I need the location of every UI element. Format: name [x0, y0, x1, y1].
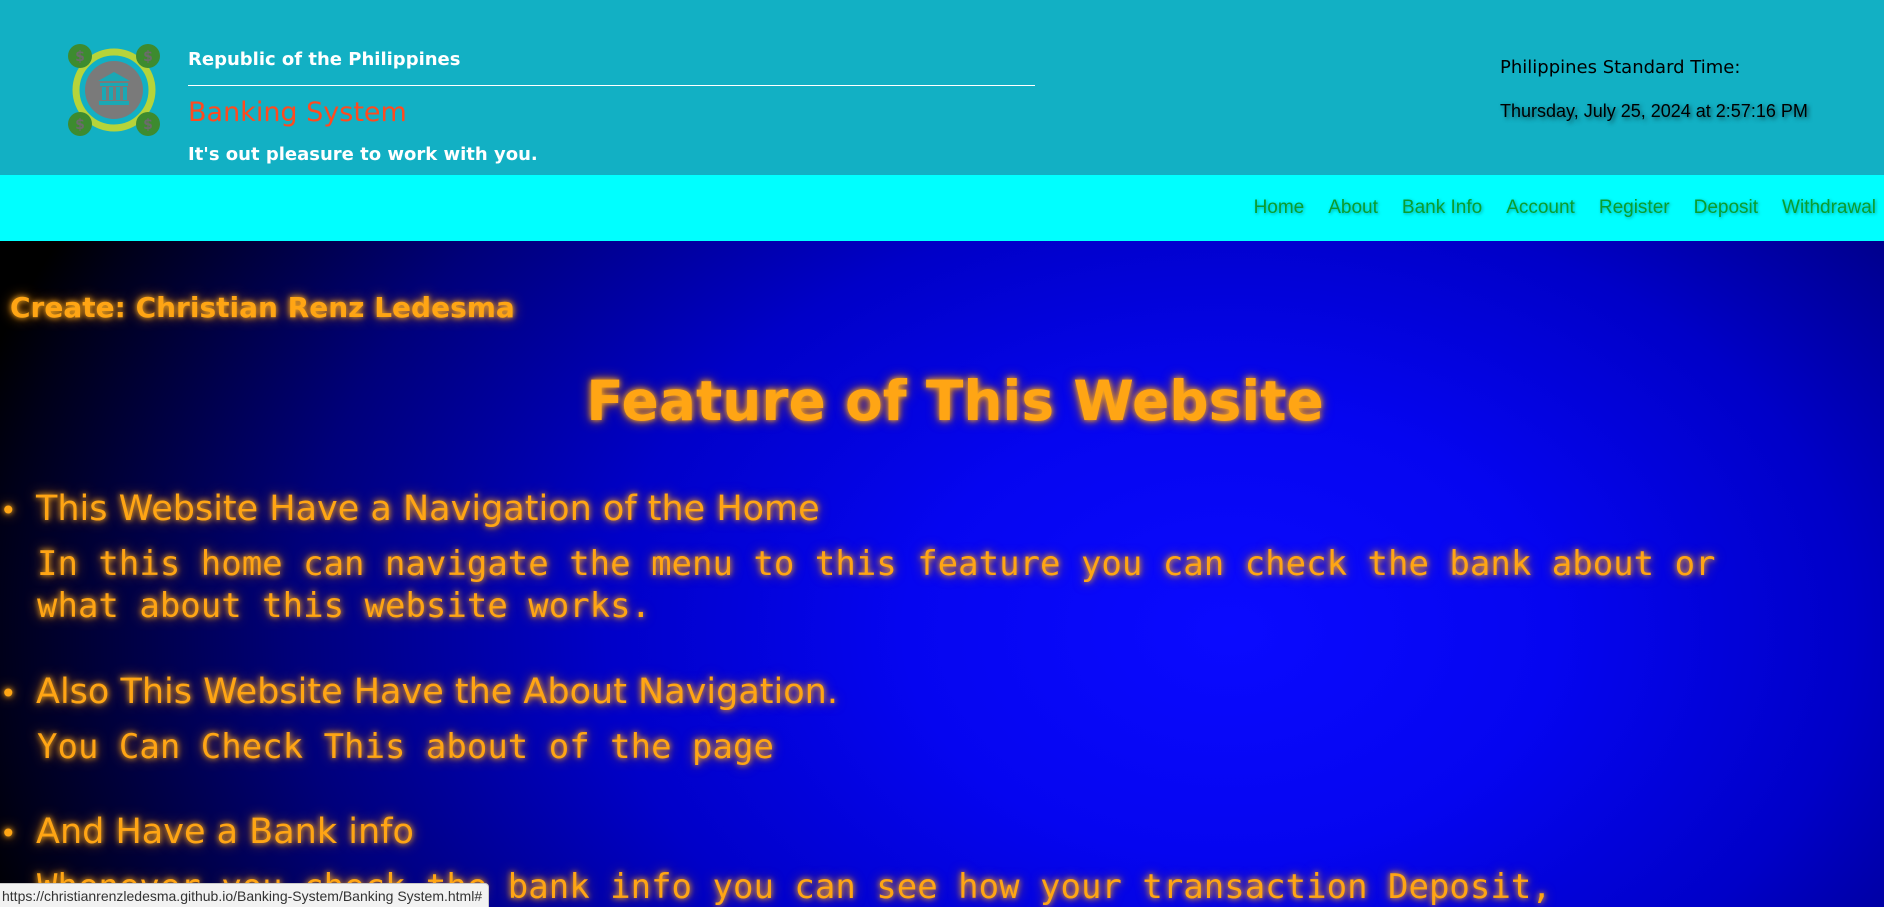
header-divider	[188, 85, 1035, 86]
main-nav: Home About Bank Info Account Register De…	[0, 175, 1884, 241]
current-time: Thursday, July 25, 2024 at 2:57:16 PM	[1500, 101, 1808, 121]
nav-account[interactable]: Account	[1506, 197, 1575, 219]
government-name: Republic of the Philippines	[188, 49, 461, 70]
bullet-icon: •	[0, 817, 17, 850]
svg-text:$: $	[75, 117, 85, 133]
feature-heading-text: This Website Have a Navigation of the Ho…	[36, 489, 820, 529]
svg-text:$: $	[75, 49, 85, 65]
nav-home[interactable]: Home	[1254, 197, 1305, 219]
page-title: Feature of This Website	[586, 369, 1324, 433]
feature-heading-text: And Have a Bank info	[36, 812, 414, 852]
time-label: Philippines Standard Time:	[1500, 57, 1741, 78]
feature-heading: • And Have a Bank info	[0, 812, 414, 852]
feature-description: You Can Check This about of the page	[37, 727, 774, 767]
bullet-icon: •	[0, 677, 17, 710]
feature-heading: • This Website Have a Navigation of the H…	[0, 489, 820, 529]
system-title: Banking System	[188, 97, 407, 128]
svg-text:$: $	[143, 117, 153, 133]
bullet-icon: •	[0, 494, 17, 527]
creator-credit: Create: Christian Renz Ledesma	[10, 291, 515, 324]
nav-register[interactable]: Register	[1599, 197, 1670, 219]
feature-heading-text: Also This Website Have the About Navigat…	[36, 672, 838, 712]
site-header: $ $ $ $ Republic of the Philippines Bank…	[0, 0, 1884, 175]
feature-description: In this home can navigate the menu to th…	[37, 544, 1737, 626]
nav-deposit[interactable]: Deposit	[1694, 197, 1758, 219]
nav-bank-info[interactable]: Bank Info	[1402, 197, 1482, 219]
tagline: It's out pleasure to work with you.	[188, 144, 538, 165]
nav-about[interactable]: About	[1328, 197, 1378, 219]
nav-links: Home About Bank Info Account Register De…	[1254, 175, 1876, 241]
link-status-bar: https://christianrenzledesma.github.io/B…	[0, 883, 490, 907]
feature-heading: • Also This Website Have the About Naviga…	[0, 672, 838, 712]
nav-withdrawal[interactable]: Withdrawal	[1782, 197, 1876, 219]
main-content: Create: Christian Renz Ledesma Feature o…	[0, 241, 1884, 907]
svg-text:$: $	[143, 49, 153, 65]
bank-logo-icon: $ $ $ $	[68, 44, 160, 136]
